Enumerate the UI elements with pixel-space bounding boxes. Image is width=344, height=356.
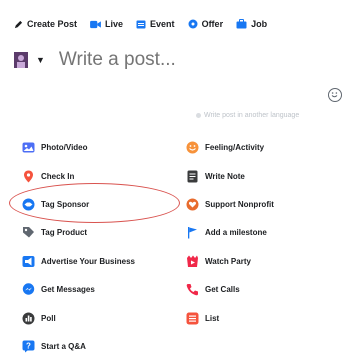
svg-text:?: ? bbox=[26, 341, 31, 350]
option-check-in[interactable]: Check In bbox=[22, 166, 74, 186]
write-post-input[interactable] bbox=[56, 48, 281, 72]
option-label: Support Nonprofit bbox=[205, 199, 274, 209]
option-write-note[interactable]: Write Note bbox=[186, 166, 245, 186]
globe-icon bbox=[196, 112, 201, 118]
note-icon bbox=[187, 170, 198, 182]
option-label: Add a milestone bbox=[205, 227, 267, 237]
heart-hands-icon bbox=[186, 198, 199, 210]
create-post-label: Create Post bbox=[27, 19, 78, 29]
poll-icon bbox=[22, 312, 35, 324]
chevron-down-icon[interactable]: ▼ bbox=[36, 55, 45, 65]
handshake-icon bbox=[22, 198, 35, 210]
create-post-button[interactable]: Create Post bbox=[14, 19, 77, 29]
option-list[interactable]: List bbox=[186, 308, 219, 328]
option-label: List bbox=[205, 313, 220, 323]
option-tag-product[interactable]: Tag Product bbox=[22, 222, 87, 242]
megaphone-icon bbox=[22, 255, 35, 267]
flag-icon bbox=[188, 226, 197, 238]
option-support-nonprofit[interactable]: Support Nonprofit bbox=[186, 194, 274, 214]
option-start-qa[interactable]: ? Start a Q&A bbox=[22, 336, 86, 356]
avatar-icon bbox=[14, 52, 28, 68]
job-button[interactable]: Job bbox=[236, 19, 267, 29]
event-label: Event bbox=[150, 19, 175, 29]
option-get-calls[interactable]: Get Calls bbox=[186, 279, 240, 299]
option-label: Check In bbox=[41, 171, 75, 181]
tag-icon bbox=[23, 226, 34, 237]
option-label: Tag Sponsor bbox=[41, 199, 90, 209]
option-add-milestone[interactable]: Add a milestone bbox=[186, 222, 267, 242]
offer-tag-icon bbox=[188, 19, 198, 29]
phone-icon bbox=[186, 283, 198, 295]
offer-label: Offer bbox=[201, 19, 224, 29]
language-hint-text: Write post in another language bbox=[204, 112, 300, 119]
option-get-messages[interactable]: Get Messages bbox=[22, 279, 95, 299]
option-label: Get Messages bbox=[41, 284, 95, 294]
live-label: Live bbox=[105, 19, 124, 29]
photo-icon bbox=[22, 142, 35, 152]
option-label: Photo/Video bbox=[41, 142, 88, 152]
option-label: Feeling/Activity bbox=[205, 142, 265, 152]
option-label: Start a Q&A bbox=[41, 341, 86, 351]
option-feeling-activity[interactable]: Feeling/Activity bbox=[186, 137, 264, 157]
question-icon: ? bbox=[22, 340, 35, 352]
event-button[interactable]: Event bbox=[136, 19, 175, 29]
option-photo-video[interactable]: Photo/Video bbox=[22, 137, 88, 157]
post-toolbar: Create Post Live Event Offer Job bbox=[14, 14, 280, 34]
option-tag-sponsor[interactable]: Tag Sponsor bbox=[22, 194, 89, 214]
option-label: Write Note bbox=[205, 171, 245, 181]
option-label: Get Calls bbox=[205, 284, 240, 294]
post-composer: ▼ bbox=[14, 48, 281, 72]
messenger-icon bbox=[22, 282, 35, 295]
option-poll[interactable]: Poll bbox=[22, 308, 56, 328]
live-button[interactable]: Live bbox=[90, 19, 123, 29]
option-label: Tag Product bbox=[41, 227, 88, 237]
location-pin-icon bbox=[24, 170, 33, 182]
option-label: Advertise Your Business bbox=[41, 256, 135, 266]
pencil-icon bbox=[14, 20, 23, 28]
job-label: Job bbox=[251, 19, 268, 29]
video-camera-icon bbox=[90, 20, 101, 28]
list-icon bbox=[186, 312, 199, 324]
option-label: Poll bbox=[41, 313, 56, 323]
language-hint[interactable]: Write post in another language bbox=[196, 112, 299, 119]
option-watch-party[interactable]: Watch Party bbox=[186, 251, 251, 271]
briefcase-icon bbox=[236, 19, 247, 29]
option-label: Watch Party bbox=[205, 256, 251, 266]
page-avatar[interactable] bbox=[14, 52, 28, 68]
smiley-icon bbox=[186, 141, 199, 153]
offer-button[interactable]: Offer bbox=[188, 19, 224, 29]
calendar-icon bbox=[136, 20, 146, 29]
emoji-icon[interactable] bbox=[328, 88, 342, 102]
watch-party-icon bbox=[187, 255, 198, 267]
option-advertise-your-business[interactable]: Advertise Your Business bbox=[22, 251, 135, 271]
